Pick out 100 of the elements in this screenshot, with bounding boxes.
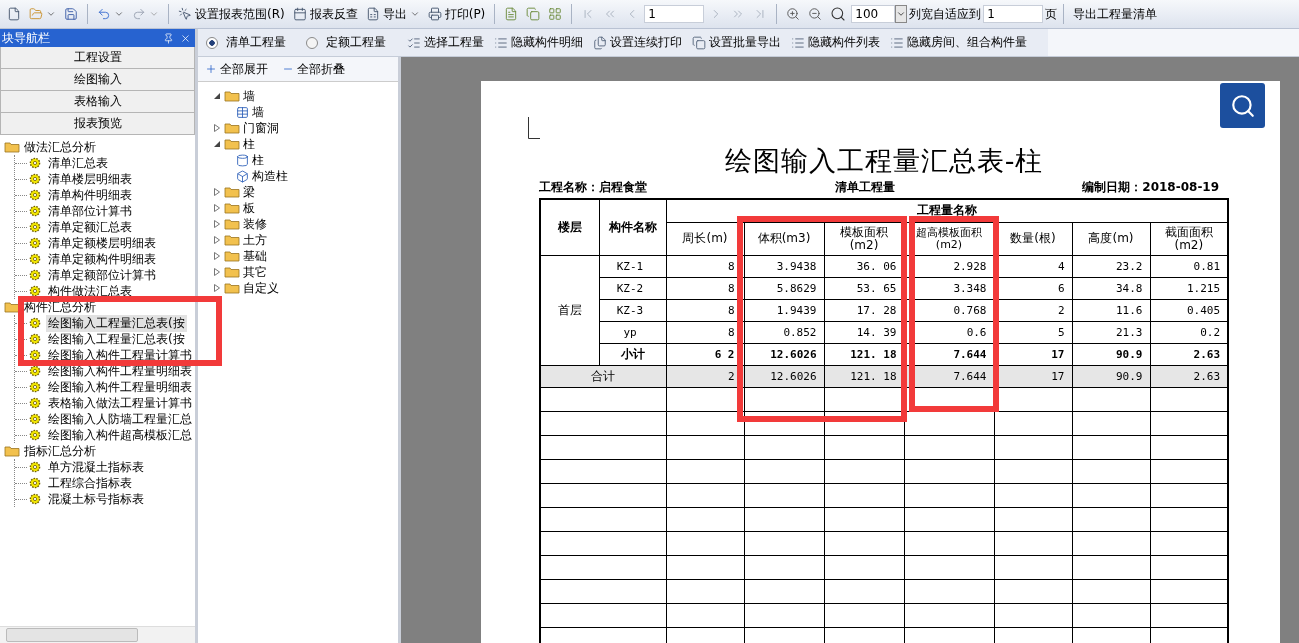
toolbar-button[interactable]: 隐藏构件列表 <box>788 32 883 53</box>
gear-icon <box>29 269 41 281</box>
toolbar-button[interactable]: 隐藏房间、组合构件量 <box>887 32 1030 53</box>
section-button[interactable]: 报表预览 <box>0 113 195 135</box>
tree-item[interactable]: 土方 <box>243 231 267 249</box>
tree-item[interactable]: 柱 <box>243 135 255 153</box>
file-icon <box>7 7 21 21</box>
report-item[interactable]: 绘图输入工程量汇总表(按 <box>46 314 187 332</box>
tree-item[interactable]: 墙 <box>252 103 264 121</box>
collapsed-arrow-icon[interactable] <box>212 124 221 132</box>
plus-icon <box>205 63 217 75</box>
collapsed-arrow-icon[interactable] <box>212 252 221 260</box>
report-item[interactable]: 绘图输入构件工程量明细表 <box>46 362 194 380</box>
pointer-icon <box>178 7 192 21</box>
report-item[interactable]: 绘图输入工程量汇总表(按 <box>46 330 187 348</box>
project-name: 工程名称：启程食堂 <box>539 178 647 196</box>
toolbar-button[interactable]: 设置批量导出 <box>689 32 784 53</box>
tree-item[interactable]: 板 <box>243 199 255 217</box>
report-item[interactable]: 绘图输入人防墙工程量汇总 <box>46 410 194 428</box>
section-button[interactable]: 工程设置 <box>0 47 195 69</box>
table-cell: 6 2 <box>666 343 744 366</box>
component-icon <box>236 153 249 167</box>
report-item[interactable]: 单方混凝土指标表 <box>46 458 146 476</box>
horizontal-scrollbar[interactable] <box>0 626 195 643</box>
tree-item[interactable]: 基础 <box>243 247 267 265</box>
collapsed-arrow-icon[interactable] <box>212 220 221 228</box>
gear-icon <box>29 205 41 217</box>
fit-width-label: 列宽自适应到 <box>909 5 982 23</box>
report-item[interactable]: 清单部位计算书 <box>46 202 134 220</box>
export-list-button[interactable]: 导出工程量清单 <box>1070 3 1161 25</box>
collapsed-arrow-icon[interactable] <box>212 188 221 196</box>
tree-item[interactable]: 柱 <box>252 151 264 169</box>
folder-icon <box>224 282 240 294</box>
report-item[interactable]: 清单定额楼层明细表 <box>46 234 158 252</box>
zoom-field[interactable]: 100 <box>851 5 896 23</box>
report-item[interactable]: 清单定额部位计算书 <box>46 266 158 284</box>
export-button[interactable]: 导出 <box>362 3 423 25</box>
folder-icon <box>29 7 43 21</box>
report-item[interactable]: 表格输入做法工程量计算书 <box>46 394 194 412</box>
radio-option[interactable]: 定额工程量 <box>304 34 400 51</box>
report-item[interactable]: 清单楼层明细表 <box>46 170 134 188</box>
section-button[interactable]: 表格输入 <box>0 91 195 113</box>
collapsed-arrow-icon[interactable] <box>212 284 221 292</box>
gear-icon <box>29 173 41 185</box>
crop-mark-icon <box>528 117 540 139</box>
table-cell: 3.9438 <box>744 255 824 278</box>
fit-pages-field[interactable]: 1 <box>983 5 1044 23</box>
report-item[interactable]: 绘图输入构件超高模板汇总 <box>46 426 194 444</box>
collapsed-arrow-icon[interactable] <box>212 268 221 276</box>
toolbar-button[interactable]: 选择工程量 <box>404 32 487 53</box>
tree-item[interactable]: 装修 <box>243 215 267 233</box>
report-item[interactable]: 绘图输入构件工程量计算书 <box>46 346 194 364</box>
report-lookup-button[interactable]: 报表反查 <box>289 3 361 25</box>
report-item[interactable]: 构件做法汇总表 <box>46 282 134 300</box>
folder-icon <box>224 250 240 262</box>
expanded-arrow-icon[interactable] <box>212 92 221 100</box>
zoom-out-icon <box>808 7 823 21</box>
report-item[interactable]: 绘图输入构件工程量明细表 <box>46 378 194 396</box>
tree-item[interactable]: 自定义 <box>243 279 279 297</box>
gear-icon <box>29 381 41 393</box>
report-item[interactable]: 工程综合指标表 <box>46 474 134 492</box>
radio-option[interactable]: 清单工程量 <box>204 34 300 51</box>
report-item[interactable]: 清单构件明细表 <box>46 186 134 204</box>
caret-icon <box>409 9 420 19</box>
table-cell: 8 <box>666 277 744 300</box>
component-name-cell: KZ-3 <box>599 299 666 322</box>
tree-item[interactable]: 门窗洞 <box>243 119 279 137</box>
toolbar-button[interactable]: 隐藏构件明细 <box>491 32 586 53</box>
report-item[interactable]: 清单定额汇总表 <box>46 218 134 236</box>
tree-group[interactable]: 构件汇总分析 <box>24 298 96 316</box>
tree-item[interactable]: 其它 <box>243 263 267 281</box>
report-item[interactable]: 清单定额构件明细表 <box>46 250 158 268</box>
collapse-all-button[interactable]: 全部折叠 <box>279 58 348 80</box>
floor-cell: 首层 <box>540 255 599 366</box>
gear-icon <box>29 493 41 505</box>
pin-icon <box>163 32 174 44</box>
tree-group[interactable]: 指标汇总分析 <box>24 442 96 460</box>
page-number-field[interactable]: 1 <box>644 5 705 23</box>
print-button[interactable]: 打印(P) <box>424 3 489 25</box>
subtotal-label: 小计 <box>599 343 666 366</box>
report-range-button[interactable]: 设置报表范围(R) <box>175 3 288 25</box>
expanded-arrow-icon[interactable] <box>212 140 221 148</box>
tree-group[interactable]: 做法汇总分析 <box>24 138 96 156</box>
collapsed-arrow-icon[interactable] <box>212 236 221 244</box>
toolbar-button[interactable]: 设置连续打印 <box>590 32 685 53</box>
search-button[interactable] <box>1220 83 1266 128</box>
tree-item[interactable]: 构造柱 <box>252 167 288 185</box>
table-cell: 0.852 <box>744 321 824 344</box>
expand-all-button[interactable]: 全部展开 <box>202 58 271 80</box>
dropdown-button[interactable] <box>895 5 908 23</box>
table-cell: 11.6 <box>1072 299 1150 322</box>
folder-icon <box>4 141 20 153</box>
table-cell: 21.3 <box>1072 321 1150 344</box>
section-button[interactable]: 绘图输入 <box>0 69 195 91</box>
report-item[interactable]: 清单汇总表 <box>46 154 110 172</box>
gear-icon <box>29 397 41 409</box>
collapsed-arrow-icon[interactable] <box>212 204 221 212</box>
report-item[interactable]: 混凝土标号指标表 <box>46 490 146 508</box>
tree-item[interactable]: 梁 <box>243 183 255 201</box>
tree-item[interactable]: 墙 <box>243 87 255 105</box>
